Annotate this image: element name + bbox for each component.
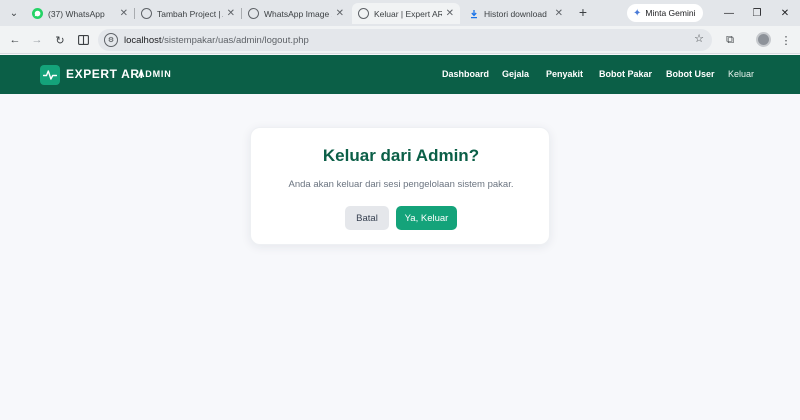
restore-icon: ❐ — [752, 7, 762, 19]
restore-button[interactable]: ❐ — [748, 4, 766, 22]
address-bar[interactable]: ⚙ localhost/sistempakar/uas/admin/logout… — [98, 29, 712, 51]
reload-button[interactable]: ↻ — [51, 31, 69, 49]
arrow-right-icon: → — [31, 34, 43, 46]
bookmark-star-icon[interactable]: ☆ — [694, 32, 704, 45]
split-view-icon — [77, 35, 89, 45]
close-icon[interactable]: ✕ — [227, 8, 235, 19]
url-path: /sistempakar/uas/admin/logout.php — [161, 34, 309, 46]
close-icon[interactable]: ✕ — [446, 8, 454, 19]
gemini-label: Minta Gemini — [645, 8, 696, 18]
new-tab-button[interactable]: + — [575, 4, 591, 20]
download-icon — [468, 8, 479, 19]
pulse-logo-icon — [40, 65, 60, 85]
back-button[interactable]: ← — [6, 31, 24, 49]
close-icon: ✕ — [780, 7, 790, 19]
close-window-button[interactable]: ✕ — [776, 4, 794, 22]
globe-icon — [141, 8, 152, 19]
globe-icon — [248, 8, 259, 19]
close-icon[interactable]: ✕ — [336, 8, 344, 19]
browser-toolbar: ← → ↻ ⚙ localhost/sistempakar/uas/admin/… — [0, 26, 800, 54]
reload-icon: ↻ — [55, 34, 65, 47]
arrow-left-icon: ← — [9, 34, 21, 46]
forward-button[interactable]: → — [28, 31, 46, 49]
minimize-button[interactable]: — — [720, 4, 738, 22]
site-info-icon[interactable]: ⚙ — [104, 33, 118, 47]
url-text[interactable]: localhost/sistempakar/uas/admin/logout.p… — [124, 35, 309, 46]
tab-title: Histori download — [484, 8, 547, 19]
tab-title: (37) WhatsApp — [48, 8, 105, 19]
more-menu-icon[interactable]: ⋮ — [780, 31, 792, 49]
brand-subtitle: ADMIN — [138, 69, 172, 79]
globe-icon — [358, 8, 369, 19]
nav-link-dashboard[interactable]: Dashboard — [442, 69, 489, 79]
confirm-logout-button[interactable]: Ya, Keluar — [396, 206, 457, 230]
sparkle-icon: ✦ — [633, 7, 642, 19]
tab-title: Tambah Project | Ad — [157, 8, 223, 19]
browser-tab-active[interactable]: Keluar | Expert ARI ✕ — [352, 3, 460, 24]
tab-title: WhatsApp Image 20 — [264, 8, 332, 19]
cancel-button[interactable]: Batal — [345, 206, 389, 230]
logout-confirm-card: Keluar dari Admin? Anda akan keluar dari… — [250, 127, 550, 245]
minimize-icon: — — [724, 7, 734, 19]
url-host: localhost — [124, 34, 162, 46]
nav-link-keluar[interactable]: Keluar — [728, 69, 754, 79]
dialog-title: Keluar dari Admin? — [322, 146, 480, 165]
tab-search-button[interactable]: ⌄ — [3, 2, 25, 24]
browser-tab[interactable]: Histori download ✕ — [462, 3, 569, 24]
nav-link-gejala[interactable]: Gejala — [502, 69, 529, 79]
browser-tab[interactable]: (37) WhatsApp ✕ — [26, 3, 134, 24]
close-icon[interactable]: ✕ — [120, 8, 128, 19]
profile-avatar[interactable] — [756, 32, 771, 47]
nav-link-bobot-user[interactable]: Bobot User — [666, 69, 715, 79]
dialog-message: Anda akan keluar dari sesi pengelolaan s… — [288, 179, 514, 190]
brand-name[interactable]: EXPERT ARI — [66, 67, 144, 81]
extensions-icon[interactable]: ⧉ — [722, 31, 738, 49]
plus-icon: + — [578, 4, 588, 20]
nav-link-bobot-pakar[interactable]: Bobot Pakar — [599, 69, 652, 79]
chevron-down-icon: ⌄ — [9, 7, 19, 19]
close-icon[interactable]: ✕ — [555, 8, 563, 19]
site-navbar: EXPERT ARI ADMIN Dashboard Gejala Penyak… — [0, 55, 800, 94]
split-view-button[interactable] — [74, 31, 92, 49]
browser-tab[interactable]: WhatsApp Image 20 ✕ — [242, 3, 350, 24]
gemini-button[interactable]: ✦ Minta Gemini — [627, 4, 704, 22]
tab-title: Keluar | Expert ARI — [374, 8, 442, 19]
nav-link-penyakit[interactable]: Penyakit — [546, 69, 583, 79]
browser-tab[interactable]: Tambah Project | Ad ✕ — [135, 3, 241, 24]
whatsapp-icon — [32, 8, 43, 19]
